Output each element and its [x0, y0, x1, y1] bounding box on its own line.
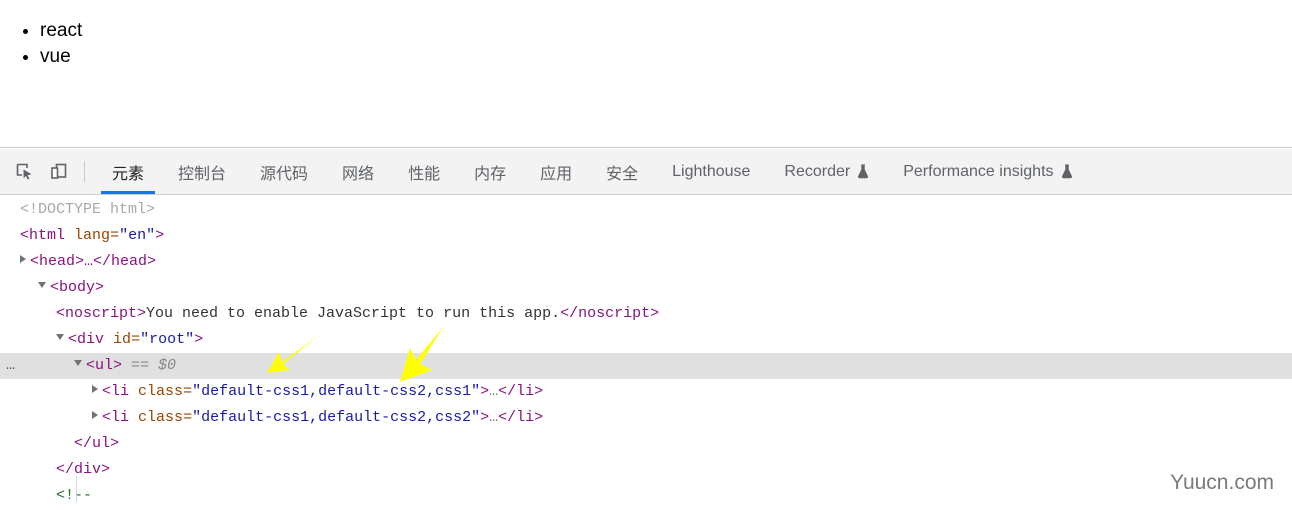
tab-sources[interactable]: 源代码 [243, 149, 325, 194]
li-open-lt: < [102, 409, 112, 426]
dom-row[interactable]: <noscript>You need to enable JavaScript … [0, 301, 1292, 327]
tab-label: 内存 [474, 165, 507, 183]
toolbar-separator [84, 161, 85, 182]
dom-tree[interactable]: <!DOCTYPE html> <html lang="en"> <head>…… [0, 195, 1292, 516]
li-attr-name: class [138, 409, 184, 426]
html-open-lt: < [20, 227, 30, 244]
tab-label: 网络 [342, 165, 375, 183]
tab-security[interactable]: 安全 [589, 149, 655, 194]
tab-label: 源代码 [260, 165, 309, 183]
list-item: vue [40, 44, 1292, 70]
li-tag-name: li [111, 409, 130, 426]
tab-label: 应用 [540, 165, 573, 183]
dom-row[interactable]: <body> [0, 275, 1292, 301]
body-node: <body> [50, 279, 105, 296]
ul-close: </ul> [74, 435, 120, 452]
device-toolbar-icon[interactable] [42, 149, 76, 194]
li-open-gt: > [480, 409, 490, 426]
li-close: </li> [498, 409, 544, 426]
tab-performance-insights[interactable]: Performance insights [886, 149, 1089, 194]
collapse-arrow-icon[interactable] [74, 360, 82, 366]
tab-label: Performance insights [903, 162, 1054, 180]
noscript-text: You need to enable JavaScript to run thi… [146, 305, 561, 322]
collapsed-content-ellipsis: … [489, 409, 499, 426]
head-node: <head>…</head> [30, 253, 157, 270]
devtools-toolbar: 元素 控制台 源代码 网络 性能 内存 应用 安全 Lighthouse Rec… [0, 149, 1292, 195]
inspect-element-icon[interactable] [8, 149, 42, 194]
html-attr-value: "en" [119, 227, 156, 244]
flask-icon [1061, 164, 1073, 179]
dom-row-selected[interactable]: … <ul> == $0 [0, 353, 1292, 379]
indent-guide-line [76, 476, 77, 502]
div-attr-name: id [113, 331, 132, 348]
div-close: </div> [56, 461, 111, 478]
expand-arrow-icon[interactable] [92, 411, 98, 419]
noscript-close: </noscript> [560, 305, 660, 322]
dom-row[interactable]: </ul> [0, 431, 1292, 457]
li-open-gt: > [480, 383, 490, 400]
html-attr-name: lang [74, 227, 111, 244]
more-options-icon[interactable]: … [6, 353, 16, 379]
equals: = [131, 331, 141, 348]
tab-network[interactable]: 网络 [325, 149, 391, 194]
li-attr-value: "default-css1,default-css2,css1" [192, 383, 481, 400]
tab-label: 控制台 [178, 165, 227, 183]
doctype-node: <!DOCTYPE html> [20, 201, 156, 218]
li-tag-name: li [111, 383, 130, 400]
li-close: </li> [498, 383, 544, 400]
tab-memory[interactable]: 内存 [457, 149, 523, 194]
collapse-arrow-icon[interactable] [56, 334, 64, 340]
equals: = [110, 227, 120, 244]
div-open-lt: < [68, 331, 78, 348]
li-attr-name: class [138, 383, 184, 400]
comment-node: <!-- [56, 487, 93, 504]
div-open-gt: > [194, 331, 204, 348]
tab-lighthouse[interactable]: Lighthouse [655, 149, 767, 194]
tab-performance[interactable]: 性能 [391, 149, 457, 194]
tab-recorder[interactable]: Recorder [767, 149, 886, 194]
tab-label: Recorder [784, 162, 851, 180]
div-tag-name: div [77, 331, 105, 348]
ul-node: <ul> [86, 357, 123, 374]
dom-row[interactable]: <li class="default-css1,default-css2,css… [0, 405, 1292, 431]
tab-console[interactable]: 控制台 [161, 149, 243, 194]
div-attr-value: "root" [140, 331, 195, 348]
page-viewport: react vue [0, 0, 1292, 148]
tab-label: 元素 [112, 165, 145, 183]
tab-label: 安全 [606, 165, 639, 183]
tab-label: 性能 [408, 165, 441, 183]
equals: = [183, 383, 193, 400]
expand-arrow-icon[interactable] [92, 385, 98, 393]
dom-row[interactable]: <!-- [0, 483, 1292, 509]
dom-row[interactable]: <html lang="en"> [0, 223, 1292, 249]
dom-row[interactable]: <!DOCTYPE html> [0, 197, 1292, 223]
noscript-open: <noscript> [56, 305, 147, 322]
list-item: react [40, 18, 1292, 44]
watermark: Yuucn.com [1170, 471, 1274, 494]
li-open-lt: < [102, 383, 112, 400]
expand-arrow-icon[interactable] [20, 255, 26, 263]
li-attr-value: "default-css1,default-css2,css2" [192, 409, 481, 426]
html-tag-name: html [29, 227, 66, 244]
tab-elements[interactable]: 元素 [95, 149, 161, 194]
tab-application[interactable]: 应用 [523, 149, 589, 194]
dom-row[interactable]: </div> [0, 457, 1292, 483]
dom-row[interactable]: <div id="root"> [0, 327, 1292, 353]
dom-row[interactable]: <li class="default-css1,default-css2,css… [0, 379, 1292, 405]
dom-row[interactable]: <head>…</head> [0, 249, 1292, 275]
collapse-arrow-icon[interactable] [38, 282, 46, 288]
collapsed-content-ellipsis: … [489, 383, 499, 400]
tab-label: Lighthouse [672, 162, 751, 180]
equals: = [183, 409, 193, 426]
devtools-panel: 元素 控制台 源代码 网络 性能 内存 应用 安全 Lighthouse Rec… [0, 149, 1292, 515]
html-open-gt: > [155, 227, 165, 244]
selected-node-marker: == $0 [131, 357, 177, 374]
devtools-tabstrip: 元素 控制台 源代码 网络 性能 内存 应用 安全 Lighthouse Rec… [95, 149, 1292, 194]
flask-icon [857, 164, 869, 179]
demo-list: react vue [0, 0, 1292, 70]
